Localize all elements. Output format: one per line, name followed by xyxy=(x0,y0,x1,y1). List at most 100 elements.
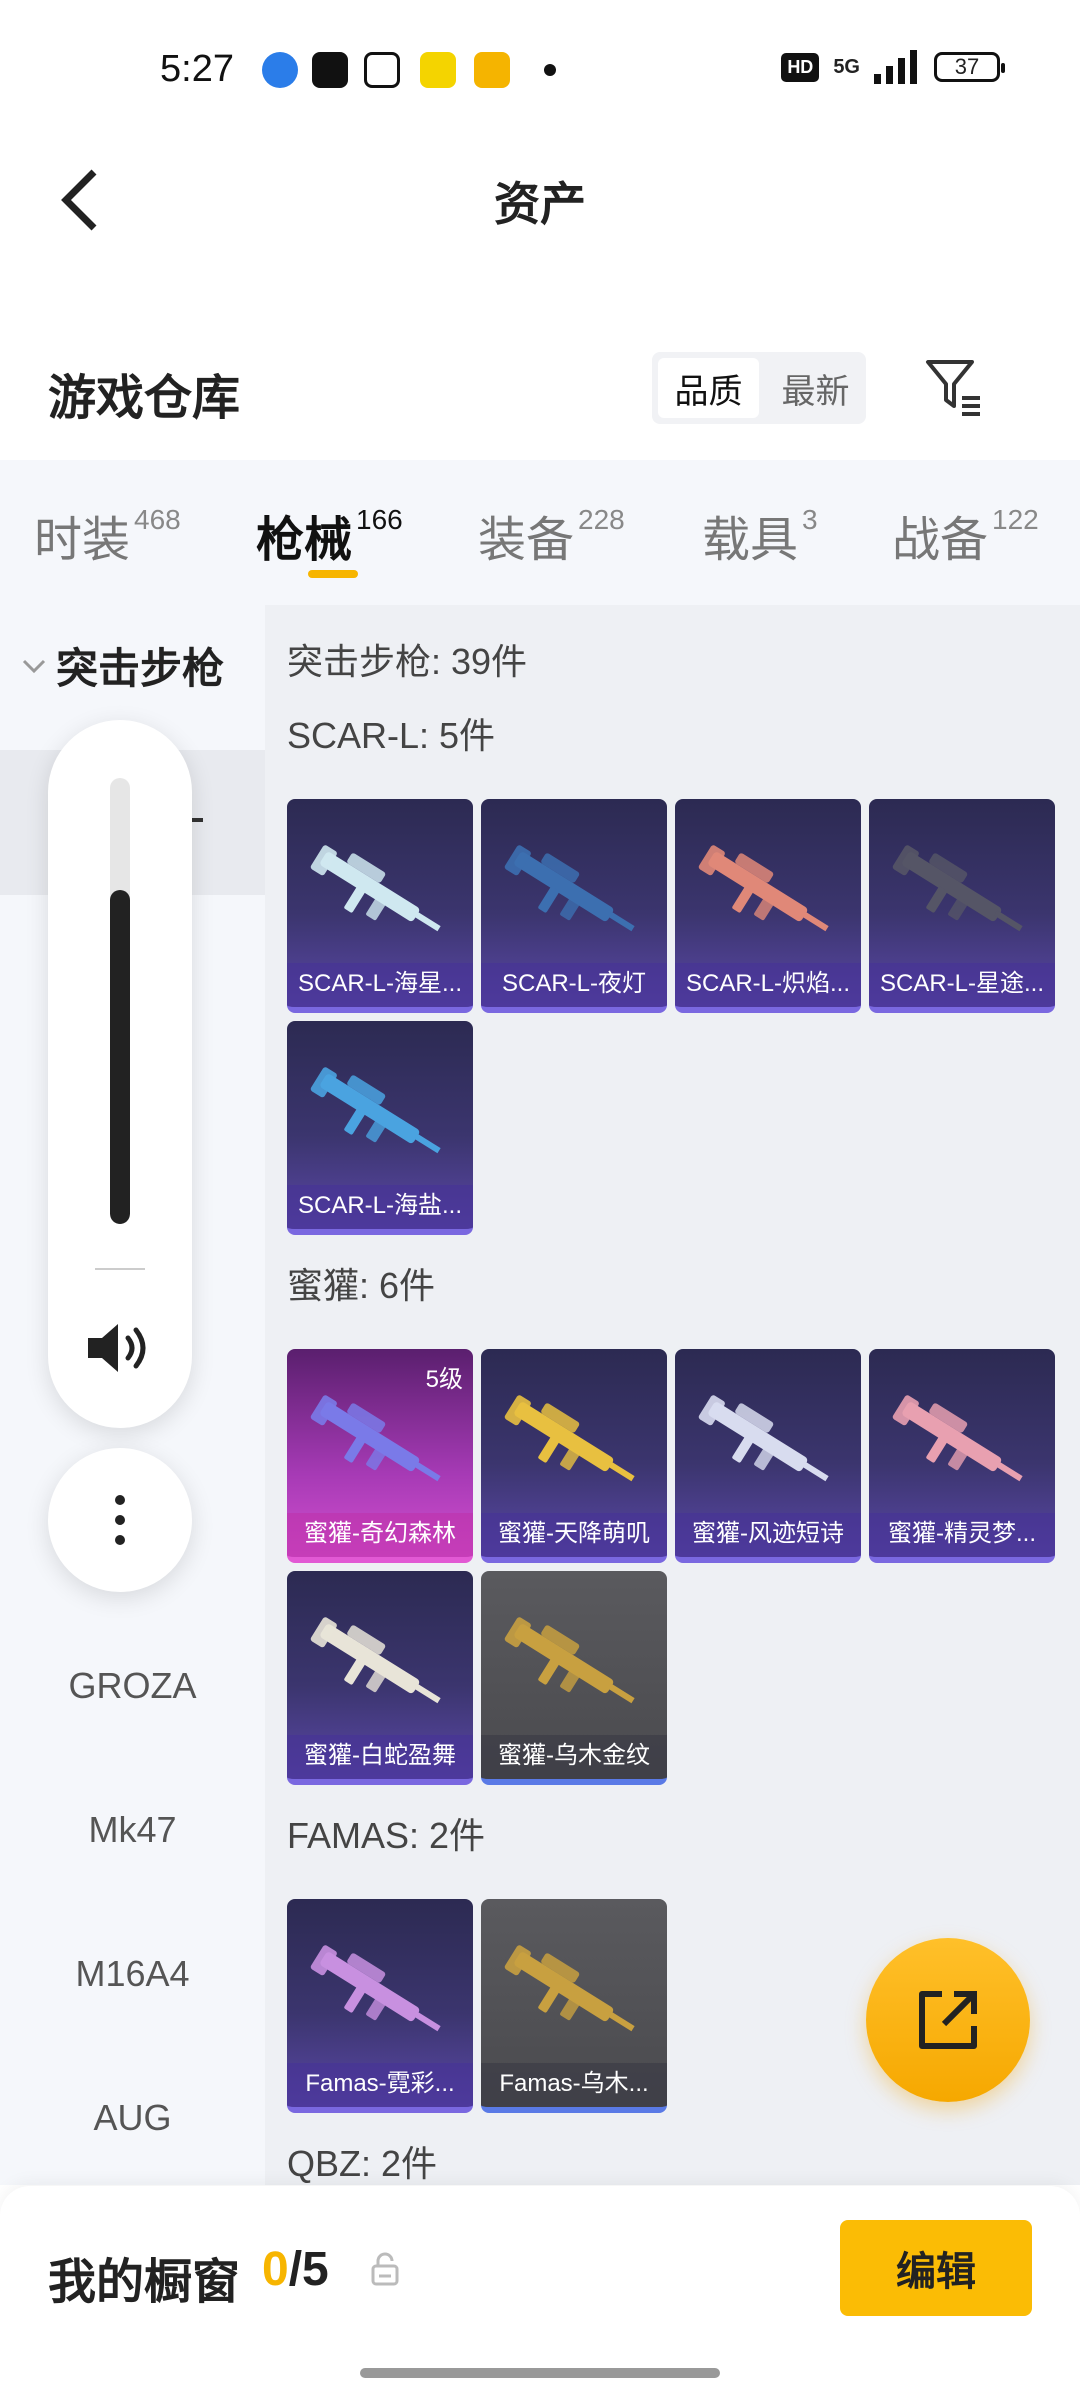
rifle-icon xyxy=(892,845,1023,932)
yellow-app-icon xyxy=(420,52,456,88)
rifle-icon xyxy=(504,1945,635,2032)
weapon-skin-card[interactable]: Famas-乌木... xyxy=(481,1899,667,2113)
more-options-button[interactable] xyxy=(48,1448,192,1592)
skin-name: SCAR-L-海盐... xyxy=(287,1185,473,1229)
skin-name: SCAR-L-炽焰... xyxy=(675,963,861,1007)
showcase-current: 0 xyxy=(262,2243,289,2296)
sort-latest-option[interactable]: 最新 xyxy=(765,352,866,424)
skin-name: 蜜獾-白蛇盈舞 xyxy=(287,1735,473,1779)
sidebar-item-aug[interactable]: AUG xyxy=(0,2097,265,2139)
skin-name: SCAR-L-星途... xyxy=(869,963,1055,1007)
tab-supplies[interactable]: 战备 122 xyxy=(892,500,1039,570)
tab-count: 122 xyxy=(992,504,1039,535)
volume-slider[interactable] xyxy=(110,778,130,1224)
weapon-skin-card[interactable]: SCAR-L-海星... xyxy=(287,799,473,1013)
weapon-group-title: FAMAS: 2件 xyxy=(287,1815,486,1856)
tiktok-icon xyxy=(312,52,348,88)
speaker-icon[interactable] xyxy=(84,1318,156,1378)
more-dot-icon xyxy=(115,1515,125,1525)
rifle-icon xyxy=(698,845,829,932)
volume-divider xyxy=(95,1268,145,1270)
weapon-group-title: QBZ: 2件 xyxy=(287,2143,438,2184)
tab-count: 228 xyxy=(578,504,625,535)
more-dot-icon xyxy=(115,1495,125,1505)
rifle-icon xyxy=(504,1395,635,1482)
rifle-icon xyxy=(892,1395,1023,1482)
weapon-skin-card[interactable]: 蜜獾-白蛇盈舞 xyxy=(287,1571,473,1785)
weapon-group-title: 蜜獾: 6件 xyxy=(287,1265,436,1306)
edit-button[interactable]: 编辑 xyxy=(840,2220,1032,2316)
showcase-bar: 我的橱窗 0/5 编辑 xyxy=(0,2186,1080,2400)
rifle-icon xyxy=(504,845,635,932)
home-indicator[interactable] xyxy=(360,2368,720,2378)
tab-vehicles[interactable]: 载具 3 xyxy=(702,500,818,570)
rifle-icon xyxy=(310,1945,441,2032)
status-right: HD 5G 37 xyxy=(781,50,1005,84)
header: 资产 xyxy=(0,140,1080,260)
tab-count: 468 xyxy=(134,504,181,535)
filter-button[interactable] xyxy=(922,354,986,418)
category-tabs: 时装 468 枪械 166 装备 228 载具 3 战备 122 xyxy=(0,460,1080,605)
rifle-icon xyxy=(310,1067,441,1154)
weapon-skin-card[interactable]: SCAR-L-夜灯 xyxy=(481,799,667,1013)
tab-label: 载具 xyxy=(702,514,799,567)
weapon-skin-card[interactable]: 5级蜜獾-奇幻森林 xyxy=(287,1349,473,1563)
warehouse-title: 游戏仓库 xyxy=(48,372,241,425)
warehouse-header: 游戏仓库 品质 最新 xyxy=(0,330,1080,460)
network-label: 5G xyxy=(833,55,860,78)
tab-equipment[interactable]: 装备 228 xyxy=(478,500,625,570)
weapon-skin-card[interactable]: 蜜獾-乌木金纹 xyxy=(481,1571,667,1785)
tab-label: 时装 xyxy=(34,514,131,567)
hd-icon: HD xyxy=(781,52,820,82)
tab-firearms[interactable]: 枪械 166 xyxy=(256,500,403,570)
showcase-total: /5 xyxy=(288,2243,329,2296)
tab-count: 3 xyxy=(802,504,818,535)
sort-quality-option[interactable]: 品质 xyxy=(658,358,759,418)
battery-icon: 37 xyxy=(934,52,1005,82)
weapon-skin-card[interactable]: 蜜獾-风迹短诗 xyxy=(675,1349,861,1563)
weapon-group-title: SCAR-L: 5件 xyxy=(287,715,496,756)
weapon-skin-card[interactable]: Famas-霓彩... xyxy=(287,1899,473,2113)
sidebar-group-label: 突击步枪 xyxy=(56,645,225,692)
sidebar-item-m16a4[interactable]: M16A4 xyxy=(0,1953,265,1995)
tab-count: 166 xyxy=(356,504,403,535)
skin-level-badge: 5级 xyxy=(425,1366,463,1393)
weapon-skin-card[interactable]: SCAR-L-海盐... xyxy=(287,1021,473,1235)
more-dot-icon xyxy=(115,1535,125,1545)
weapon-skin-card[interactable]: SCAR-L-星途... xyxy=(869,799,1055,1013)
rifle-icon xyxy=(698,1395,829,1482)
volume-panel xyxy=(48,720,192,1428)
lock-icon xyxy=(371,2252,399,2286)
skin-name: 蜜獾-奇幻森林 xyxy=(287,1513,473,1557)
skin-name: SCAR-L-夜灯 xyxy=(481,963,667,1007)
skin-name: 蜜獾-风迹短诗 xyxy=(675,1513,861,1557)
weapon-skin-card[interactable]: 蜜獾-精灵梦... xyxy=(869,1349,1055,1563)
skin-name: 蜜獾-天降萌叽 xyxy=(481,1513,667,1557)
weapon-skin-card[interactable]: SCAR-L-炽焰... xyxy=(675,799,861,1013)
share-icon xyxy=(919,1991,977,2049)
showcase-count: 0/5 xyxy=(262,2242,329,2297)
signal-icon xyxy=(874,50,917,84)
status-time: 5:27 xyxy=(160,48,234,90)
sort-toggle: 品质 最新 xyxy=(652,352,866,424)
page-title: 资产 xyxy=(494,178,586,230)
rifle-icon xyxy=(310,845,441,932)
rifle-icon xyxy=(504,1617,635,1704)
weapon-skin-card[interactable]: 蜜獾-天降萌叽 xyxy=(481,1349,667,1563)
status-bar: 5:27 HD 5G 37 xyxy=(0,0,1080,140)
sidebar-item-groza[interactable]: GROZA xyxy=(0,1665,265,1707)
category-total: 突击步枪: 39件 xyxy=(287,641,528,682)
tab-label: 装备 xyxy=(478,514,575,567)
reader-app-icon xyxy=(474,52,510,88)
skin-name: Famas-乌木... xyxy=(481,2063,667,2107)
tab-label: 战备 xyxy=(892,514,989,567)
share-button[interactable] xyxy=(866,1938,1030,2102)
tab-label: 枪械 xyxy=(256,514,353,567)
blue-app-icon xyxy=(262,52,298,88)
tab-fashion[interactable]: 时装 468 xyxy=(34,500,181,570)
sidebar-item-mk47[interactable]: Mk47 xyxy=(0,1809,265,1851)
skin-name: 蜜獾-精灵梦... xyxy=(869,1513,1055,1557)
volume-slider-fill xyxy=(110,889,130,1224)
sidebar-group-assault-rifles[interactable]: 突击步枪 xyxy=(20,635,224,696)
skin-name: SCAR-L-海星... xyxy=(287,963,473,1007)
